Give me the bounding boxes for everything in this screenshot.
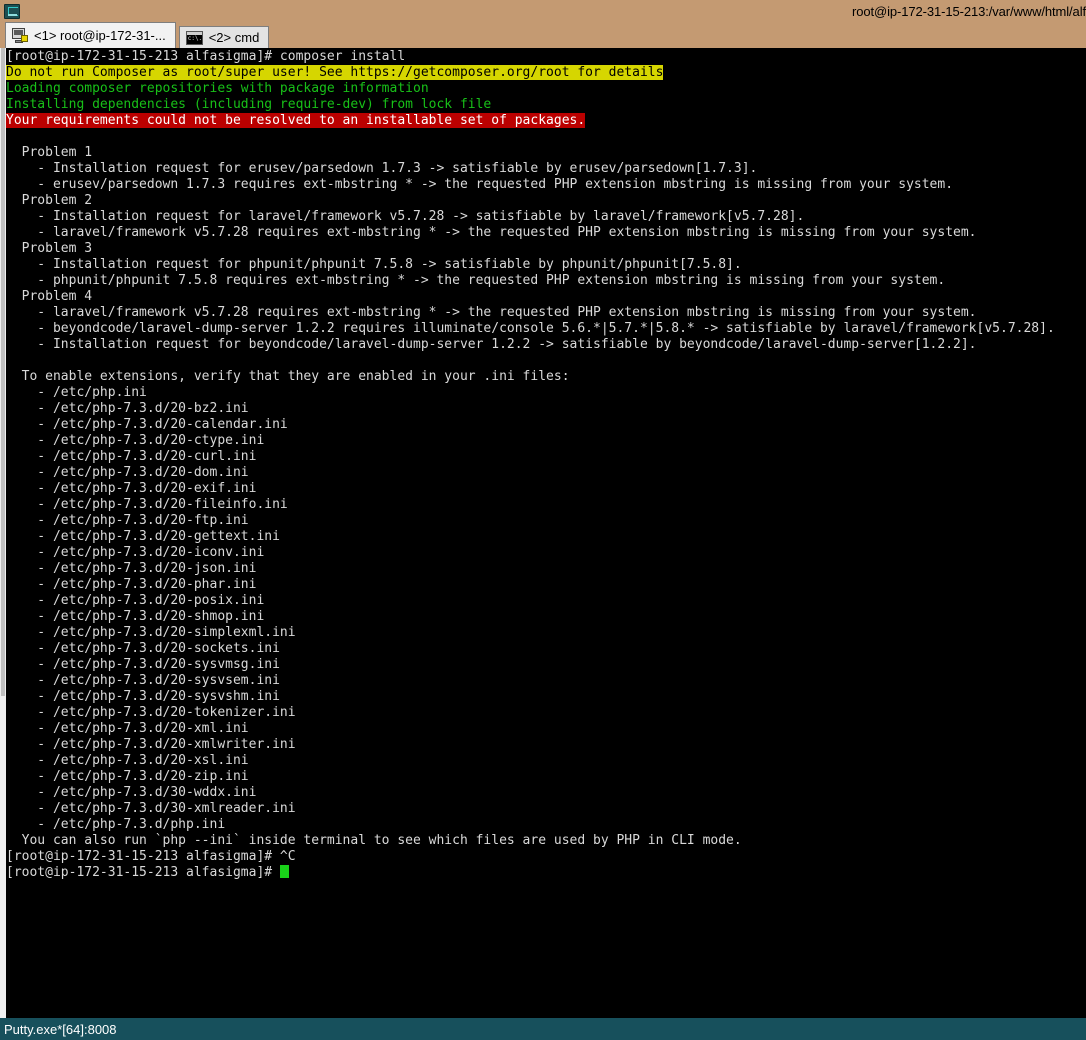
terminal-line: - /etc/php-7.3.d/20-dom.ini <box>6 465 249 480</box>
terminal-line: - /etc/php-7.3.d/20-zip.ini <box>6 769 249 784</box>
terminal-line: - /etc/php-7.3.d/20-exif.ini <box>6 481 257 496</box>
terminal-line: - /etc/php-7.3.d/20-curl.ini <box>6 449 257 464</box>
terminal-line: Problem 1 <box>6 145 93 160</box>
terminal-line: [root@ip-172-31-15-213 alfasigma]# <box>6 865 1086 881</box>
terminal-line: - /etc/php-7.3.d/30-wddx.ini <box>6 785 257 800</box>
terminal-line: - /etc/php.ini <box>6 385 147 400</box>
terminal-line: - /etc/php-7.3.d/20-sysvshm.ini <box>6 689 280 704</box>
terminal-line: - laravel/framework v5.7.28 requires ext… <box>6 305 977 320</box>
tab-putty-session[interactable]: <1> root@ip-172-31-... <box>5 22 176 48</box>
terminal-line: Loading composer repositories with packa… <box>6 81 429 96</box>
terminal-line: Problem 2 <box>6 193 93 208</box>
terminal-error-text: Your requirements could not be resolved … <box>6 113 586 128</box>
terminal-line: - /etc/php-7.3.d/20-xsl.ini <box>6 753 249 768</box>
terminal-warning-text: Do not run Composer as root/super user! … <box>6 65 664 80</box>
terminal-line: To enable extensions, verify that they a… <box>6 369 570 384</box>
terminal-line: - beyondcode/laravel-dump-server 1.2.2 r… <box>6 321 1055 336</box>
putty-window: root@ip-172-31-15-213:/var/www/html/alf … <box>0 0 1086 1040</box>
terminal-line: - /etc/php-7.3.d/20-simplexml.ini <box>6 625 296 640</box>
terminal-line: - /etc/php-7.3.d/20-tokenizer.ini <box>6 705 296 720</box>
window-titlebar[interactable]: root@ip-172-31-15-213:/var/www/html/alf <box>0 0 1086 22</box>
terminal-output-pane[interactable]: [root@ip-172-31-15-213 alfasigma]# compo… <box>0 48 1086 1018</box>
terminal-line: - /etc/php-7.3.d/20-ftp.ini <box>6 513 249 528</box>
terminal-lines: [root@ip-172-31-15-213 alfasigma]# compo… <box>6 48 1086 881</box>
terminal-line: - Installation request for beyondcode/la… <box>6 337 977 352</box>
status-bar: Putty.exe*[64]:8008 <box>0 1018 1086 1040</box>
terminal-line: - /etc/php-7.3.d/20-json.ini <box>6 561 257 576</box>
terminal-line: - Installation request for laravel/frame… <box>6 209 805 224</box>
terminal-cursor <box>279 865 289 878</box>
terminal-line: - /etc/php-7.3.d/20-ctype.ini <box>6 433 265 448</box>
terminal-line: Problem 3 <box>6 241 93 256</box>
terminal-line: [root@ip-172-31-15-213 alfasigma]# ^C <box>6 849 296 864</box>
terminal-line: - /etc/php-7.3.d/20-calendar.ini <box>6 417 288 432</box>
terminal-line: - Installation request for erusev/parsed… <box>6 161 758 176</box>
monitor-icon <box>4 3 20 19</box>
terminal-line: - /etc/php-7.3.d/20-xmlwriter.ini <box>6 737 296 752</box>
window-title: root@ip-172-31-15-213:/var/www/html/alf <box>851 3 1086 19</box>
terminal-line: Installing dependencies (including requi… <box>6 97 492 112</box>
terminal-line: - Installation request for phpunit/phpun… <box>6 257 742 272</box>
tab-label: <2> cmd <box>208 30 260 45</box>
terminal-line: Do not run Composer as root/super user! … <box>6 65 1086 81</box>
terminal-line: - /etc/php-7.3.d/20-phar.ini <box>6 577 257 592</box>
terminal-line: Your requirements could not be resolved … <box>6 113 1086 129</box>
tab-cmd[interactable]: <2> cmd <box>178 26 270 48</box>
terminal-line: - /etc/php-7.3.d/20-sysvsem.ini <box>6 673 280 688</box>
terminal-line: - /etc/php-7.3.d/20-posix.ini <box>6 593 265 608</box>
window-app-icon <box>2 1 22 21</box>
putty-icon <box>12 28 28 43</box>
terminal-line: You can also run `php --ini` inside term… <box>6 833 742 848</box>
terminal-line: - /etc/php-7.3.d/30-xmlreader.ini <box>6 801 296 816</box>
terminal-line: - /etc/php-7.3.d/php.ini <box>6 817 226 832</box>
terminal-line: - /etc/php-7.3.d/20-iconv.ini <box>6 545 265 560</box>
tab-bar: <1> root@ip-172-31-... <2> cmd <box>0 22 1086 48</box>
terminal-line: [root@ip-172-31-15-213 alfasigma]# compo… <box>6 49 406 64</box>
terminal-line: - /etc/php-7.3.d/20-sockets.ini <box>6 641 280 656</box>
terminal-line: - erusev/parsedown 1.7.3 requires ext-mb… <box>6 177 954 192</box>
terminal-line: - /etc/php-7.3.d/20-fileinfo.ini <box>6 497 288 512</box>
terminal-line: - /etc/php-7.3.d/20-bz2.ini <box>6 401 249 416</box>
tab-label: <1> root@ip-172-31-... <box>34 28 166 43</box>
terminal-line: - /etc/php-7.3.d/20-sysvmsg.ini <box>6 657 280 672</box>
terminal-line: - laravel/framework v5.7.28 requires ext… <box>6 225 977 240</box>
status-bar-text: Putty.exe*[64]:8008 <box>4 1021 117 1037</box>
terminal-line: Problem 4 <box>6 289 93 304</box>
terminal-line: - /etc/php-7.3.d/20-xml.ini <box>6 721 249 736</box>
cmd-console-icon <box>185 30 203 45</box>
terminal-line: - phpunit/phpunit 7.5.8 requires ext-mbs… <box>6 273 946 288</box>
terminal-line: - /etc/php-7.3.d/20-shmop.ini <box>6 609 265 624</box>
terminal-scrollbar-thumb[interactable] <box>1 48 5 696</box>
terminal-line: - /etc/php-7.3.d/20-gettext.ini <box>6 529 280 544</box>
